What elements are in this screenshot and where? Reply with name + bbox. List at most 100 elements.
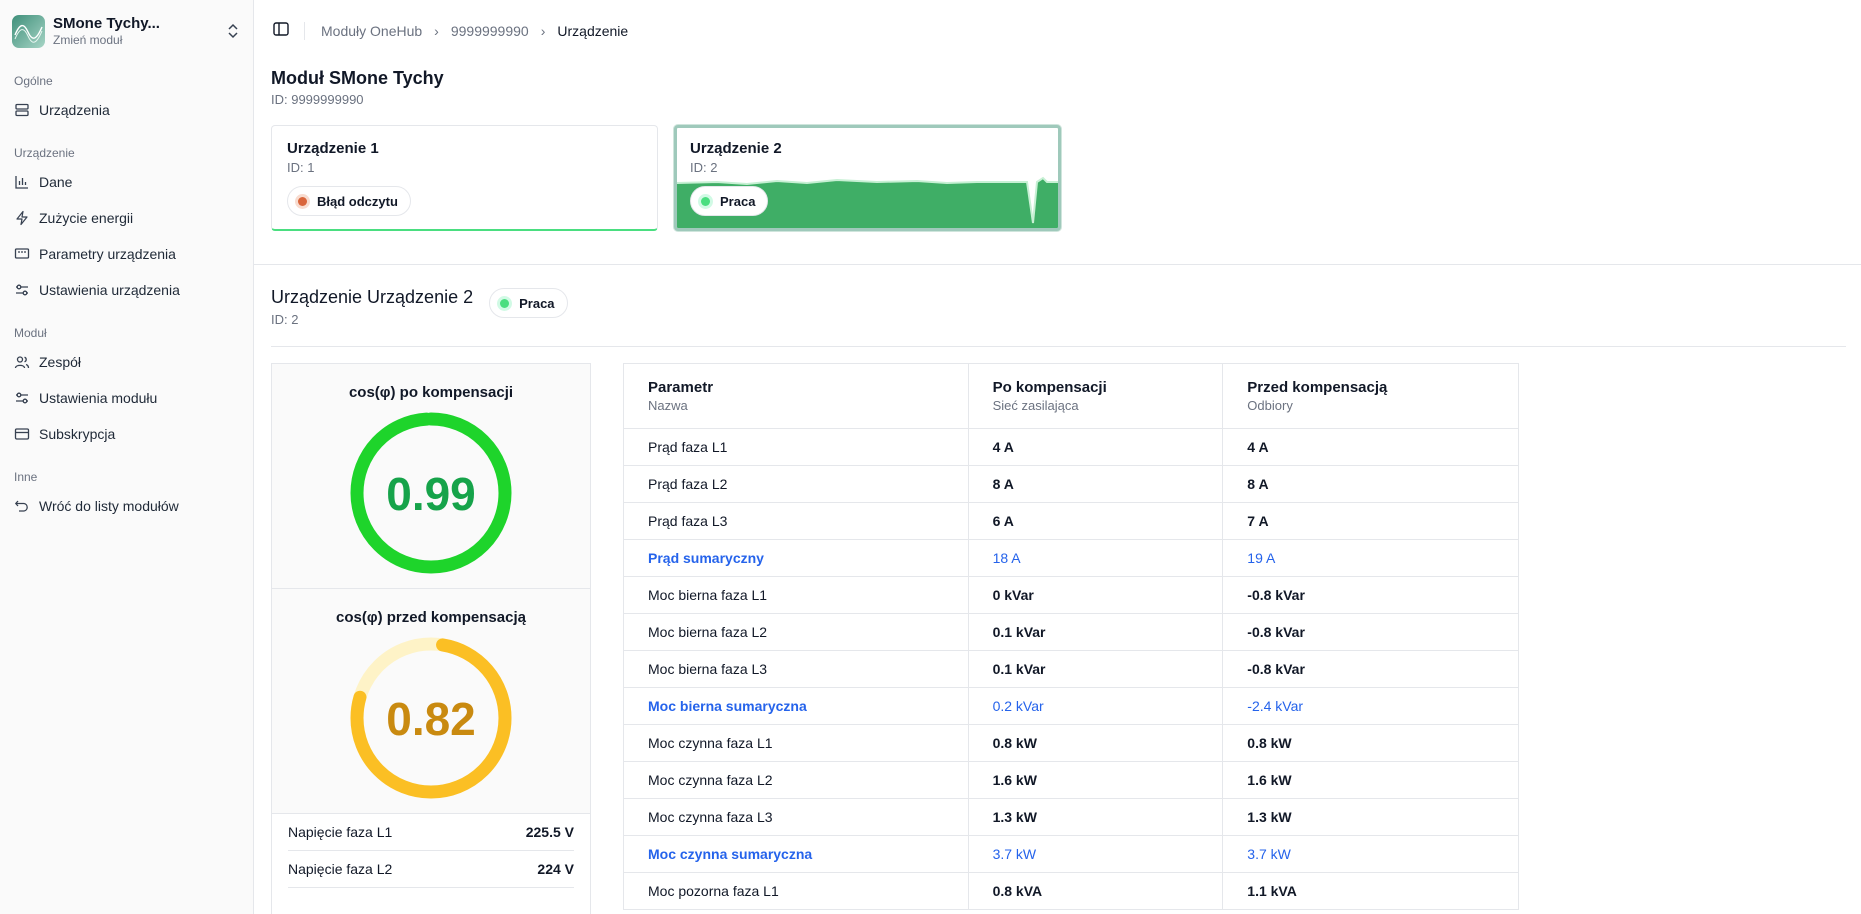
value-after: 4 A [967,428,1224,466]
section-id: ID: 2 [271,312,299,327]
sidebar-item-label: Parametry urządzenia [39,246,176,262]
parameter-name: Moc czynna faza L2 [623,761,969,799]
sidebar-item-back-to-modules[interactable]: Wróć do listy modułów [0,488,253,524]
device-card-1[interactable]: Urządzenie 1 ID: 1 Błąd odczytu [271,125,658,231]
credit-card-icon [14,428,30,440]
device-card-id: ID: 2 [690,160,718,175]
table-row: Moc pozorna faza L1 0.8 kVA 1.1 kVA [623,872,1519,910]
value-before: 0.8 kW [1222,724,1519,762]
voltage-list: Napięcie faza L1 225.5 V Napięcie faza L… [272,814,590,914]
zap-icon [16,210,28,226]
value-after: 18 A [967,539,1224,577]
value-after: 8 A [967,465,1224,503]
gauge-value: 0.82 [386,693,476,745]
sidebar-toggle-icon[interactable] [272,20,290,43]
chevrons-up-down-icon[interactable] [225,23,241,39]
voltage-label: Napięcie faza L1 [288,824,393,840]
sidebar-item-label: Zespół [39,354,82,370]
nav-group-module: Moduł Zespół Ustawienia modułu Subskrypc… [0,322,253,452]
nav-group-other: Inne Wróć do listy modułów [0,466,253,524]
value-after: 0.1 kVar [967,613,1224,651]
device-card-2[interactable]: Urządzenie 2 ID: 2 Praca [674,125,1061,231]
status-label: Praca [720,193,756,209]
sidebar-item-label: Wróć do listy modułów [39,498,179,514]
topbar: Moduły OneHub › 9999999990 › Urządzenie [254,0,1861,62]
monitor-icon [14,248,30,259]
sidebar-item-label: Zużycie energii [39,210,134,226]
value-before: -0.8 kVar [1222,576,1519,614]
value-before: -2.4 kVar [1222,687,1519,725]
sidebar-item-device-params[interactable]: Parametry urządzenia [0,236,253,272]
table-row: Moc czynna sumaryczna 3.7 kW 3.7 kW [623,835,1519,873]
voltage-value: 225.5 V [525,824,574,840]
sidebar-item-device-settings[interactable]: Ustawienia urządzenia [0,272,253,308]
gauge-cos-before: cos(φ) przed kompensacją 0.82 [272,589,590,814]
sidebar-item-energy[interactable]: Zużycie energii [0,200,253,236]
device-card-title: Urządzenie 1 [287,140,379,157]
table-row: Moc czynna faza L1 0.8 kW 0.8 kW [623,724,1519,762]
parameter-name: Moc czynna faza L3 [623,798,969,836]
server-icon [15,103,29,117]
value-after: 0.1 kVar [967,650,1224,688]
parameter-name: Moc bierna faza L1 [623,576,969,614]
sidebar: SMone Tychy... Zmień moduł Ogólne Urządz… [0,0,254,914]
parameter-name: Moc bierna faza L3 [623,650,969,688]
sidebar-item-data[interactable]: Dane [0,164,253,200]
voltage-value: 224 V [537,861,574,877]
sidebar-item-team[interactable]: Zespół [0,344,253,380]
divider [254,264,1861,265]
sidebar-item-label: Urządzenia [39,102,110,118]
gauge-cos-after: cos(φ) po kompensacji 0.99 [272,364,590,589]
parameter-name: Moc czynna faza L1 [623,724,969,762]
value-after: 0.8 kW [967,724,1224,762]
table-row: Moc czynna faza L2 1.6 kW 1.6 kW [623,761,1519,799]
sidebar-item-devices[interactable]: Urządzenia [0,92,253,128]
sidebar-item-subscription[interactable]: Subskrypcja [0,416,253,452]
value-before: 4 A [1222,428,1519,466]
status-badge: Praca [690,186,769,216]
module-switcher[interactable]: SMone Tychy... Zmień moduł [0,0,253,62]
breadcrumb-modules[interactable]: Moduły OneHub [321,23,422,39]
status-label: Praca [519,295,555,311]
status-label: Błąd odczytu [317,193,398,209]
value-before: 1.3 kW [1222,798,1519,836]
table-row: Prąd faza L2 8 A8 A [623,465,1519,503]
table-row: Moc bierna faza L2 0.1 kVar -0.8 kVar [623,613,1519,651]
list-item: Napięcie faza L2 224 V [288,851,574,888]
gauge-label: cos(φ) po kompensacji [348,384,514,401]
parameter-name: Moc bierna sumaryczna [623,687,969,725]
sidebar-item-module-settings[interactable]: Ustawienia modułu [0,380,253,416]
status-badge: Praca [489,288,568,318]
table-row: Moc bierna sumaryczna 0.2 kVar -2.4 kVar [623,687,1519,725]
group-label: Inne [14,470,38,484]
sidebar-item-label: Dane [39,174,73,190]
table-row: Prąd sumaryczny 18 A 19 A [623,539,1519,577]
gauges-panel: cos(φ) po kompensacji 0.99 cos(φ) przed … [271,363,591,914]
voltage-label: Napięcie faza L2 [288,861,393,877]
parameter-name: Moc bierna faza L2 [623,613,969,651]
column-header-before: Przed kompensacją Odbiory [1222,363,1519,429]
nav-group-device: Urządzenie Dane Zużycie energii Parametr… [0,142,253,308]
value-before: 3.7 kW [1222,835,1519,873]
sidebar-item-label: Subskrypcja [39,426,116,442]
value-before: 1.1 kVA [1222,872,1519,910]
section-title: Urządzenie Urządzenie 2 [271,287,474,307]
device-card-id: ID: 1 [287,160,315,175]
sidebar-item-label: Ustawienia urządzenia [39,282,180,298]
breadcrumb-module-id[interactable]: 9999999990 [451,23,529,39]
value-before: 8 A [1222,465,1519,503]
nav-group-general: Ogólne Urządzenia [0,70,253,128]
breadcrumb-current: Urządzenie [557,23,629,39]
group-label: Urządzenie [14,146,75,160]
value-after: 1.3 kW [967,798,1224,836]
parameter-name: Prąd faza L3 [623,502,969,540]
parameter-name: Moc czynna sumaryczna [623,835,969,873]
device-card-title: Urządzenie 2 [690,140,782,157]
device-cards: Urządzenie 1 ID: 1 Błąd odczytu Urządzen… [254,108,1861,231]
group-label: Moduł [14,326,47,340]
value-after: 0.8 kVA [967,872,1224,910]
device-section-header: Urządzenie Urządzenie 2 ID: 2 Praca [271,286,568,328]
sliders-icon [16,392,28,404]
parameter-name: Prąd sumaryczny [623,539,969,577]
module-name: SMone Tychy... [53,14,160,32]
